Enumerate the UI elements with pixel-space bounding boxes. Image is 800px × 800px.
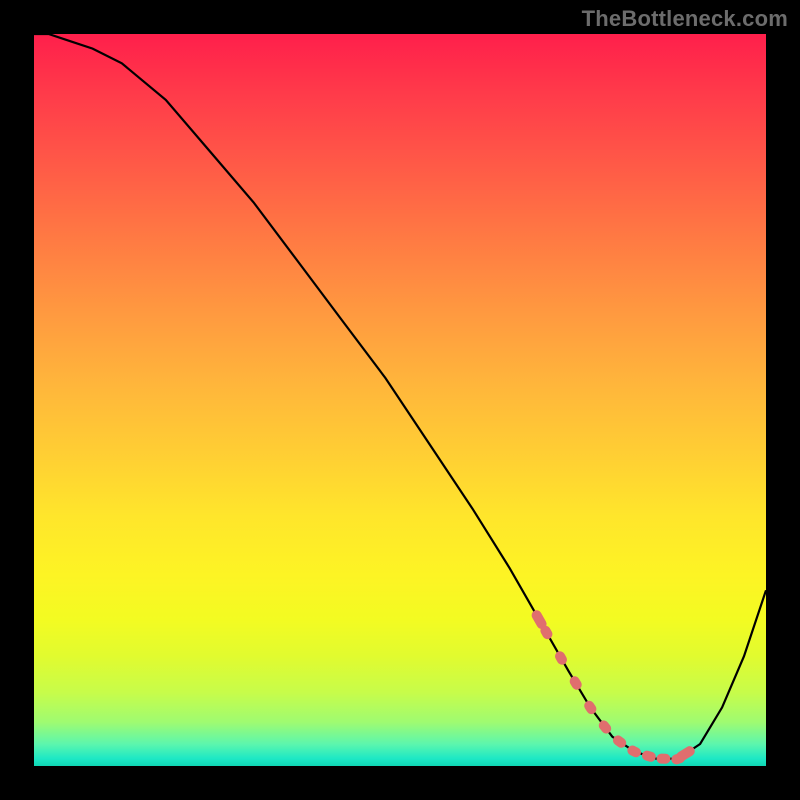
sweet-spot-markers (530, 608, 697, 765)
marker-dot (626, 744, 643, 759)
chart-svg (34, 34, 766, 766)
marker-dot (641, 749, 657, 763)
attribution-text: TheBottleneck.com (582, 6, 788, 32)
marker-dot (568, 674, 584, 691)
marker-dot (611, 733, 628, 749)
bottleneck-curve (34, 34, 766, 759)
chart-plot-area (34, 34, 766, 766)
marker-dot (553, 649, 569, 666)
chart-frame: TheBottleneck.com (0, 0, 800, 800)
marker-dot (656, 754, 670, 764)
